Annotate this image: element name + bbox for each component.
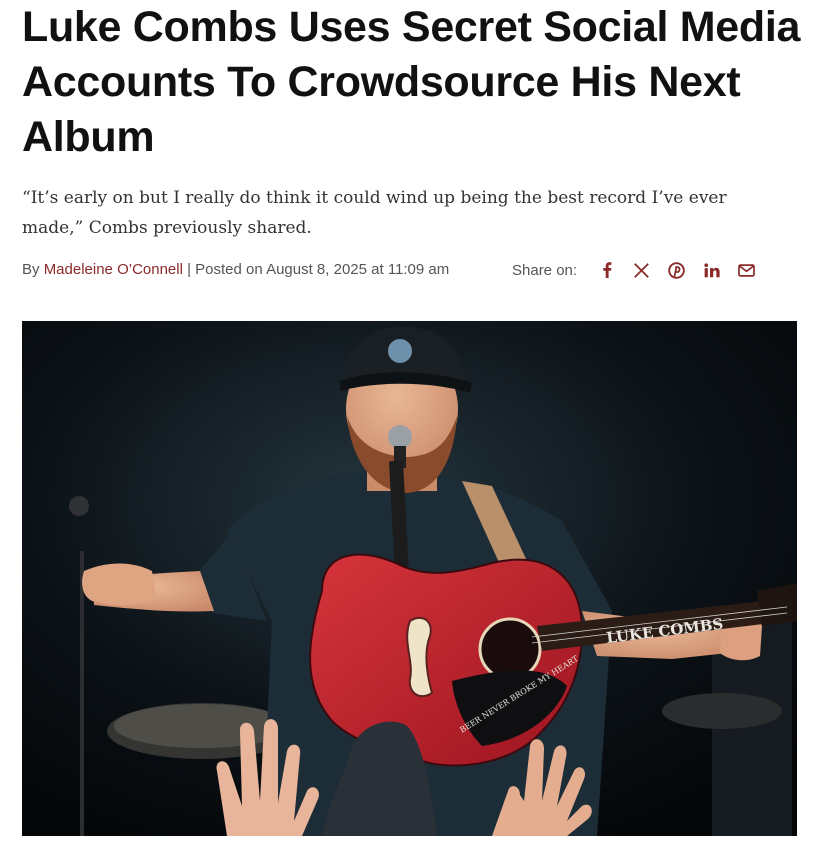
share-label: Share on: <box>512 261 578 279</box>
share-facebook-button[interactable] <box>589 258 624 282</box>
share-email-button[interactable] <box>729 258 764 282</box>
linkedin-icon <box>703 262 720 277</box>
email-icon <box>738 263 755 277</box>
share-pinterest-button[interactable] <box>659 258 694 282</box>
facebook-icon <box>602 262 612 278</box>
author-link[interactable]: Madeleine O’Connell <box>44 261 183 278</box>
post-date: Posted on August 8, 2025 at 11:09 am <box>195 261 450 278</box>
byline-separator: | <box>182 261 196 278</box>
byline-prefix: By <box>22 261 44 278</box>
share-linkedin-button[interactable] <box>694 258 729 282</box>
pinterest-icon <box>668 261 685 279</box>
share-x-button[interactable] <box>624 258 659 282</box>
article-headline: Luke Combs Uses Secret Social Media Acco… <box>22 3 801 161</box>
article-dek: “It’s early on but I really do think it … <box>22 188 727 238</box>
article-hero-image: LUKE COMBS BEER NEVER BROKE MY HEART <box>22 321 797 836</box>
article: Luke Combs Uses Secret Social Media Acco… <box>0 0 819 845</box>
share-bar: Share on: <box>512 258 764 282</box>
byline: By Madeleine O’Connell | Posted on Augus… <box>22 261 449 278</box>
x-icon <box>634 262 649 278</box>
